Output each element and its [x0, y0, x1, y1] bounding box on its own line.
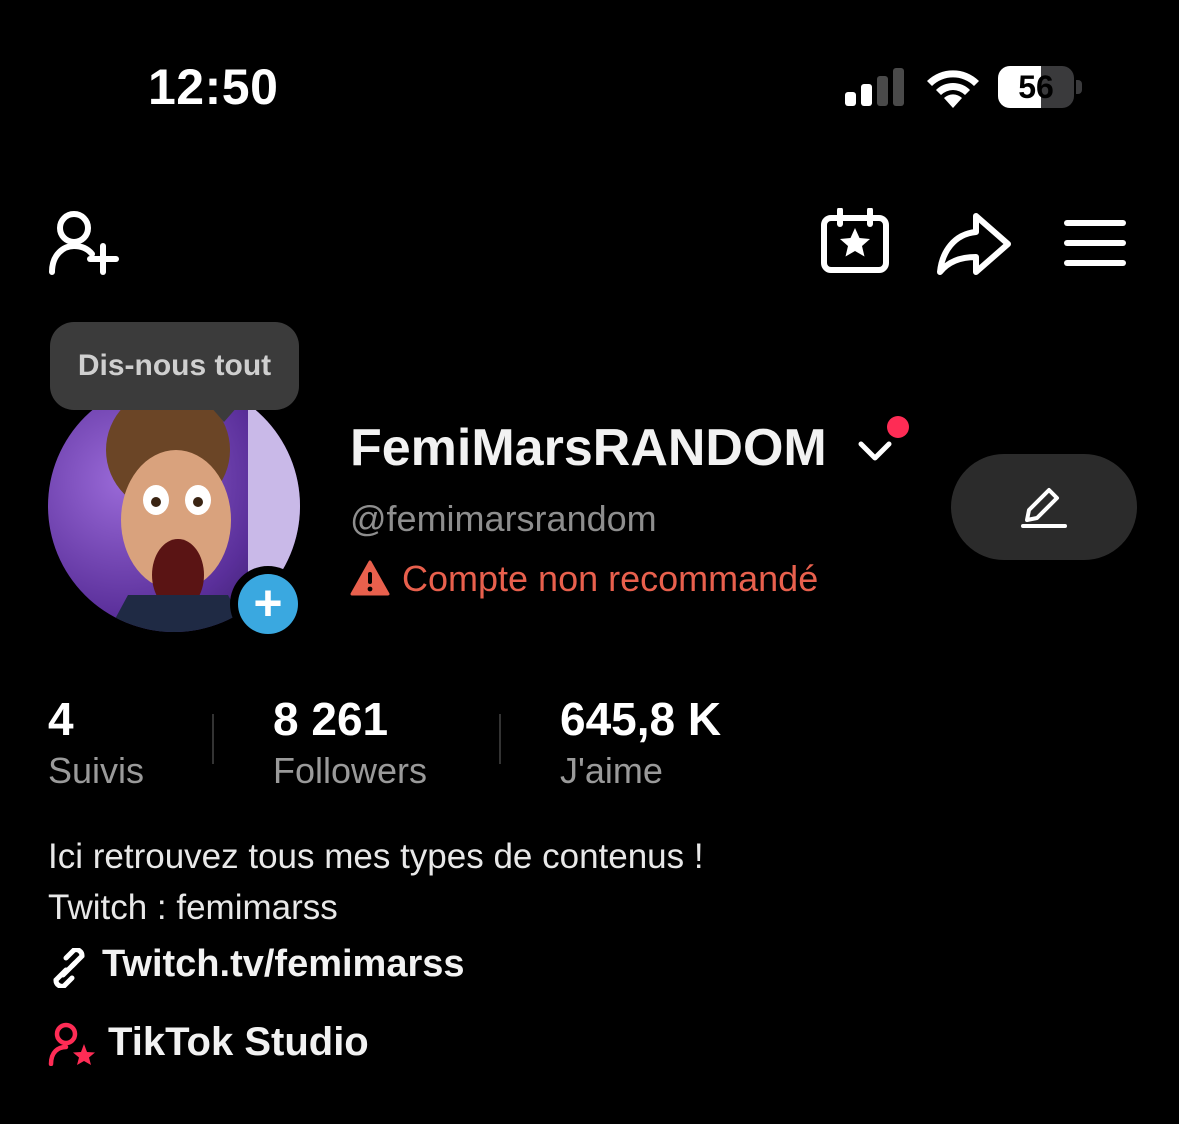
stat-divider — [499, 714, 501, 764]
account-warning[interactable]: Compte non recommandé — [402, 558, 818, 600]
share-icon[interactable] — [936, 212, 1012, 276]
stat-followers-label[interactable]: Followers — [273, 750, 427, 792]
tooltip-tail — [210, 406, 238, 422]
stat-divider — [212, 714, 214, 764]
bio-line: Ici retrouvez tous mes types de contenus… — [48, 837, 704, 876]
plus-icon: + — [238, 574, 298, 634]
tiktok-studio-link[interactable]: TikTok Studio — [108, 1020, 369, 1065]
chevron-down-icon[interactable] — [855, 432, 895, 468]
notification-dot — [887, 416, 909, 438]
calendar-star-icon[interactable] — [820, 208, 890, 274]
stat-likes-count[interactable]: 645,8 K — [560, 692, 721, 746]
stat-likes-label[interactable]: J'aime — [560, 750, 663, 792]
menu-icon[interactable] — [1064, 218, 1126, 268]
stat-following-label[interactable]: Suivis — [48, 750, 144, 792]
warning-icon — [350, 560, 390, 596]
display-name[interactable]: FemiMarsRANDOM — [350, 418, 827, 478]
stat-following-count[interactable]: 4 — [48, 692, 74, 746]
pencil-icon — [1021, 488, 1067, 528]
add-friend-icon[interactable] — [46, 208, 122, 278]
creator-star-icon — [48, 1022, 95, 1066]
status-clock: 12:50 — [148, 59, 279, 115]
edit-profile-button[interactable] — [951, 454, 1137, 560]
battery-percent: 56 — [1018, 69, 1054, 105]
username-handle: @femimarsrandom — [350, 498, 657, 539]
battery-indicator: 56 — [998, 66, 1084, 110]
wifi-icon — [927, 70, 979, 108]
bio-line: Twitch : femimarss — [48, 888, 338, 927]
cellular-signal-icon — [845, 68, 904, 106]
link-icon — [53, 948, 85, 988]
add-story-button[interactable]: + — [230, 566, 306, 642]
stat-followers-count[interactable]: 8 261 — [273, 692, 388, 746]
bio-link[interactable]: Twitch.tv/femimarss — [102, 943, 465, 986]
tooltip: Dis-nous tout — [50, 322, 299, 410]
